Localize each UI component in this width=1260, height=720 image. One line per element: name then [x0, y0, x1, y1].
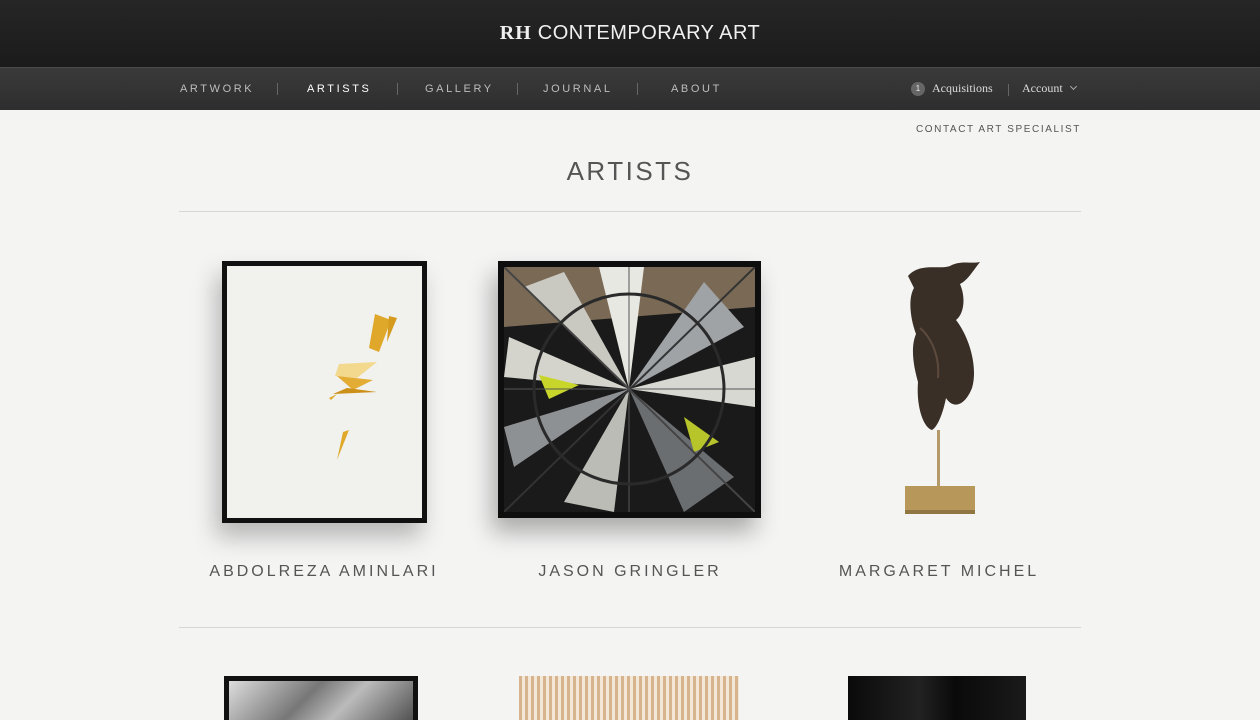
nav-divider: [277, 83, 278, 95]
main-nav: ARTWORK ARTISTS GALLERY JOURNAL ABOUT 1 …: [0, 67, 1260, 110]
artist-name[interactable]: JASON GRINGLER: [480, 563, 780, 581]
nav-artists[interactable]: ARTISTS: [307, 83, 371, 95]
artwork-thumbnail[interactable]: [224, 676, 418, 720]
brand-rh: RH: [499, 22, 532, 44]
acquisitions-count-badge: 1: [911, 81, 925, 96]
artwork-thumbnail[interactable]: [880, 258, 1000, 520]
nav-artwork[interactable]: ARTWORK: [180, 83, 254, 95]
account-label: Account: [1022, 81, 1063, 95]
nav-divider: [1008, 84, 1009, 96]
title-divider: [179, 211, 1081, 212]
acquisitions-label: Acquisitions: [932, 81, 993, 95]
artwork-thumbnail[interactable]: [848, 676, 1026, 720]
chevron-down-icon: [1069, 82, 1077, 91]
artwork-image: [503, 266, 756, 513]
artist-name[interactable]: ABDOLREZA AMINLARI: [174, 563, 474, 581]
artwork-thumbnail[interactable]: [222, 261, 427, 523]
contact-art-specialist-link[interactable]: CONTACT ART SPECIALIST: [916, 124, 1081, 135]
nav-divider: [637, 83, 638, 95]
artwork-image: [229, 681, 413, 720]
brand-name: CONTEMPORARY ART: [537, 22, 761, 44]
nav-divider: [397, 83, 398, 95]
artist-name[interactable]: MARGARET MICHEL: [789, 563, 1089, 581]
artwork-thumbnail[interactable]: [498, 261, 761, 518]
artwork-image: [329, 314, 397, 460]
nav-journal[interactable]: JOURNAL: [543, 83, 613, 95]
nav-about[interactable]: ABOUT: [671, 83, 722, 95]
account-menu[interactable]: Account: [1022, 81, 1077, 96]
nav-divider: [517, 83, 518, 95]
acquisitions-link[interactable]: 1 Acquisitions: [911, 81, 993, 96]
row-divider: [179, 627, 1081, 628]
brand-logo[interactable]: RH CONTEMPORARY ART: [0, 22, 1260, 45]
page-title: ARTISTS: [566, 156, 694, 186]
nav-gallery[interactable]: GALLERY: [425, 83, 494, 95]
artwork-thumbnail[interactable]: [519, 676, 739, 720]
top-bar: RH CONTEMPORARY ART: [0, 0, 1260, 67]
artwork-canvas: [227, 266, 422, 518]
